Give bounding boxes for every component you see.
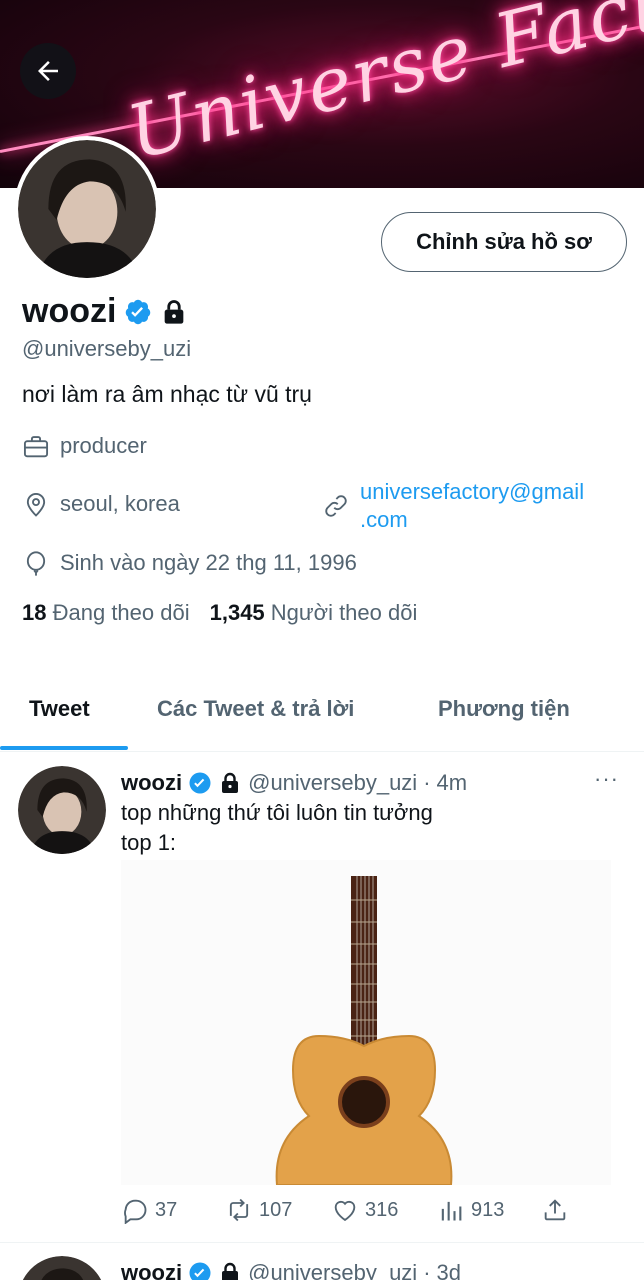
link-icon: [325, 495, 347, 517]
tweet-author-name[interactable]: woozi: [121, 1260, 182, 1280]
tweet-divider: [0, 1242, 644, 1243]
profile-birthday: Sinh vào ngày 22 thg 11, 1996: [22, 550, 357, 578]
tab-tweets-replies[interactable]: Các Tweet & trả lời: [157, 696, 354, 722]
like-count: 316: [365, 1198, 399, 1221]
profile-tabs: Tweet Các Tweet & trả lời Phương tiện: [0, 690, 644, 752]
tweet-time[interactable]: 4m: [437, 770, 468, 796]
verified-badge-icon: [189, 772, 211, 794]
tweet-text: top những thứ tôi luôn tin tưởng top 1:: [121, 800, 433, 855]
tweet-header: woozi @universeby_uzi · 4m: [121, 770, 467, 796]
tweet-author-handle[interactable]: @universeby_uzi: [248, 770, 417, 796]
avatar-photo: [18, 766, 106, 854]
profile-handle: @universeby_uzi: [22, 336, 192, 361]
tweet-time[interactable]: 3d: [437, 1260, 461, 1280]
share-icon: [544, 1199, 566, 1221]
profile-job: producer: [22, 433, 147, 461]
tweet-media-image[interactable]: [121, 860, 611, 1185]
lock-icon: [222, 1262, 239, 1280]
balloon-icon: [26, 551, 46, 576]
banner-neon-text: Universe Factory: [119, 0, 644, 177]
heart-icon: [334, 1201, 356, 1222]
link-text-line1[interactable]: universefactory@gmail: [360, 478, 584, 506]
retweet-count: 107: [259, 1198, 293, 1221]
back-button[interactable]: [20, 43, 76, 99]
reply-button[interactable]: 37: [121, 1196, 177, 1224]
profile-avatar[interactable]: [14, 136, 160, 282]
job-text: producer: [60, 433, 147, 458]
profile-name: woozi: [22, 292, 117, 330]
following-label: Đang theo dõi: [52, 600, 190, 625]
followers-label: Người theo dõi: [270, 600, 418, 625]
profile-bio: nơi làm ra âm nhạc từ vũ trụ: [22, 381, 312, 407]
followers-link[interactable]: 1,345 Người theo dõi: [210, 600, 418, 626]
active-tab-indicator: [0, 746, 128, 750]
birthday-text: Sinh vào ngày 22 thg 11, 1996: [60, 550, 357, 575]
verified-badge-icon: [189, 1262, 211, 1280]
views-chart-icon: [441, 1201, 462, 1221]
briefcase-icon: [23, 436, 49, 458]
retweet-button[interactable]: 107: [225, 1196, 292, 1224]
verified-badge-icon: [126, 299, 151, 324]
tweet-avatar[interactable]: [18, 766, 106, 854]
following-count: 18: [22, 600, 47, 625]
link-text-line2[interactable]: .com: [360, 506, 584, 534]
location-text: seoul, korea: [60, 491, 180, 516]
tab-media[interactable]: Phương tiện: [438, 696, 570, 722]
separator-dot: ·: [423, 770, 431, 795]
separator-dot: ·: [423, 1260, 431, 1280]
arrow-left-icon: [38, 61, 58, 81]
reply-icon: [124, 1199, 147, 1224]
views-count: 913: [471, 1198, 505, 1221]
following-link[interactable]: 18 Đang theo dõi: [22, 600, 190, 626]
guitar-image: [121, 860, 611, 1185]
views-button[interactable]: 913: [437, 1196, 504, 1224]
location-pin-icon: [26, 493, 46, 517]
tweet-avatar[interactable]: [18, 1256, 106, 1280]
lock-icon: [165, 299, 184, 324]
retweet-icon: [229, 1198, 249, 1222]
avatar-photo: [18, 140, 156, 278]
profile-location: seoul, korea: [22, 491, 180, 519]
tab-tweets[interactable]: Tweet: [29, 696, 90, 722]
tweet-author-name[interactable]: woozi: [121, 770, 182, 796]
tweet-header: woozi @universeby_uzi · 3d: [121, 1260, 461, 1280]
tweet-actions: 37 107 316 913: [121, 1196, 581, 1230]
like-button[interactable]: 316: [331, 1196, 398, 1224]
reply-count: 37: [155, 1198, 178, 1221]
avatar-photo: [18, 1256, 106, 1280]
followers-count: 1,345: [209, 600, 265, 625]
share-button[interactable]: [541, 1196, 569, 1224]
profile-link[interactable]: universefactory@gmail .com: [322, 478, 584, 534]
tweet-author-handle[interactable]: @universeby_uzi: [248, 1260, 417, 1280]
more-options-icon[interactable]: ···: [594, 766, 619, 792]
edit-profile-button[interactable]: Chỉnh sửa hồ sơ: [381, 212, 627, 272]
lock-icon: [222, 772, 239, 793]
